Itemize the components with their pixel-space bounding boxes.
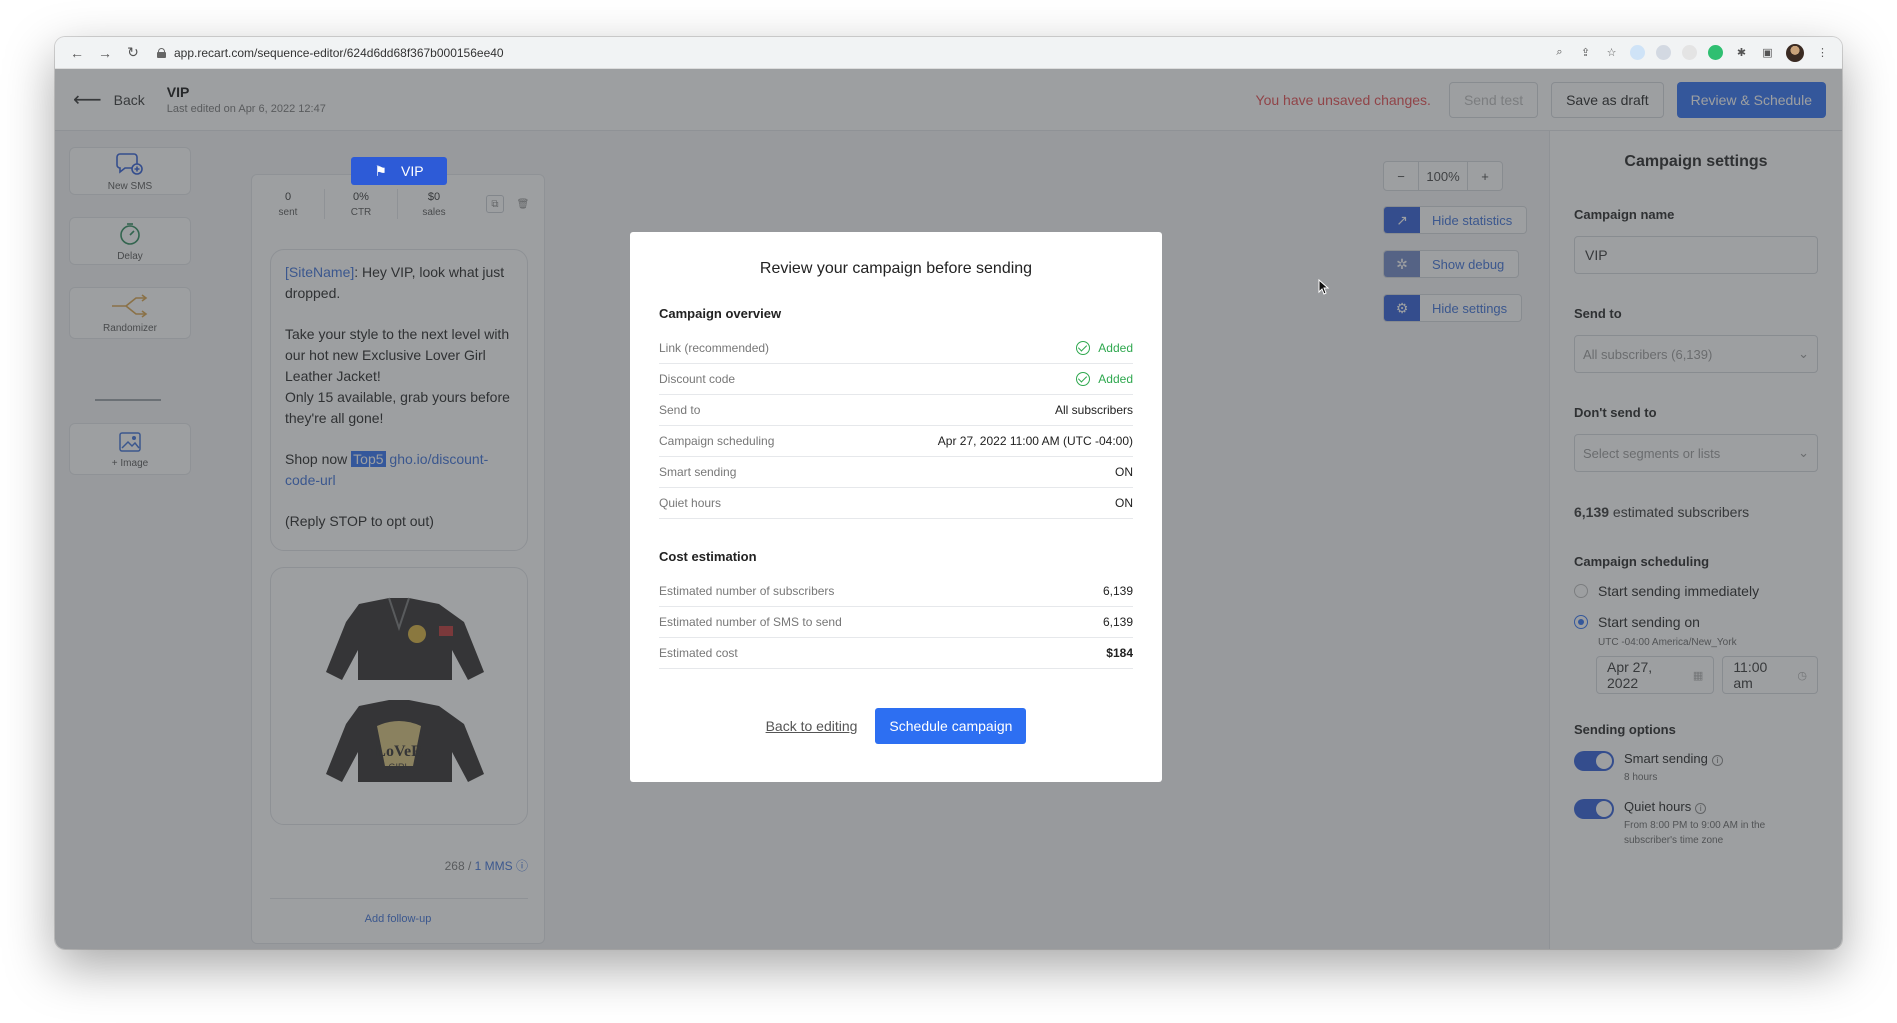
check-circle-icon: [1076, 372, 1091, 386]
reload-icon[interactable]: ↻: [123, 43, 143, 63]
share-icon[interactable]: ⇪: [1578, 45, 1593, 60]
sequence-flag[interactable]: ⚑ VIP: [351, 157, 447, 185]
check-circle-icon: [1076, 341, 1091, 355]
zoom-icon[interactable]: ⌕: [1552, 45, 1567, 60]
overview-row: Campaign scheduling Apr 27, 2022 11:00 AM…: [659, 426, 1133, 457]
review-campaign-modal: Review your campaign before sending Camp…: [630, 232, 1162, 782]
cost-title: Cost estimation: [659, 549, 757, 564]
overview-row: Discount code Added: [659, 364, 1133, 395]
modal-title: Review your campaign before sending: [759, 260, 1033, 277]
overview-row: Smart sending ON: [659, 457, 1133, 488]
star-icon[interactable]: ☆: [1604, 45, 1619, 60]
extension-icon[interactable]: [1656, 45, 1671, 60]
avatar[interactable]: [1786, 43, 1804, 62]
extension-icon[interactable]: [1682, 45, 1697, 60]
address-bar[interactable]: app.recart.com/sequence-editor/624d6dd68…: [157, 46, 504, 60]
sidebar-icon[interactable]: ▣: [1760, 45, 1775, 60]
back-to-editing-link[interactable]: Back to editing: [766, 718, 858, 734]
forward-arrow-icon[interactable]: →: [95, 43, 115, 63]
extension-icon[interactable]: [1630, 45, 1645, 60]
overview-title: Campaign overview: [659, 306, 782, 321]
cost-row: Estimated number of subscribers 6,139: [659, 576, 1133, 607]
overview-row: Link (recommended) Added: [659, 333, 1133, 364]
puzzle-icon[interactable]: ✱: [1734, 45, 1749, 60]
flag-icon: ⚑: [374, 162, 387, 179]
lock-icon: [157, 47, 166, 58]
mouse-cursor-icon: [1318, 278, 1330, 300]
extension-icon[interactable]: [1708, 45, 1723, 60]
overview-row: Quiet hours ON: [659, 488, 1133, 519]
browser-toolbar: ← → ↻ app.recart.com/sequence-editor/624…: [55, 37, 1842, 69]
menu-icon[interactable]: ⋮: [1815, 45, 1830, 60]
cost-row: Estimated cost $184: [659, 638, 1133, 669]
schedule-campaign-button[interactable]: Schedule campaign: [875, 708, 1027, 744]
overview-row: Send to All subscribers: [659, 395, 1133, 426]
url-text: app.recart.com/sequence-editor/624d6dd68…: [174, 45, 504, 60]
cost-row: Estimated number of SMS to send 6,139: [659, 607, 1133, 638]
back-arrow-icon[interactable]: ←: [67, 43, 87, 63]
